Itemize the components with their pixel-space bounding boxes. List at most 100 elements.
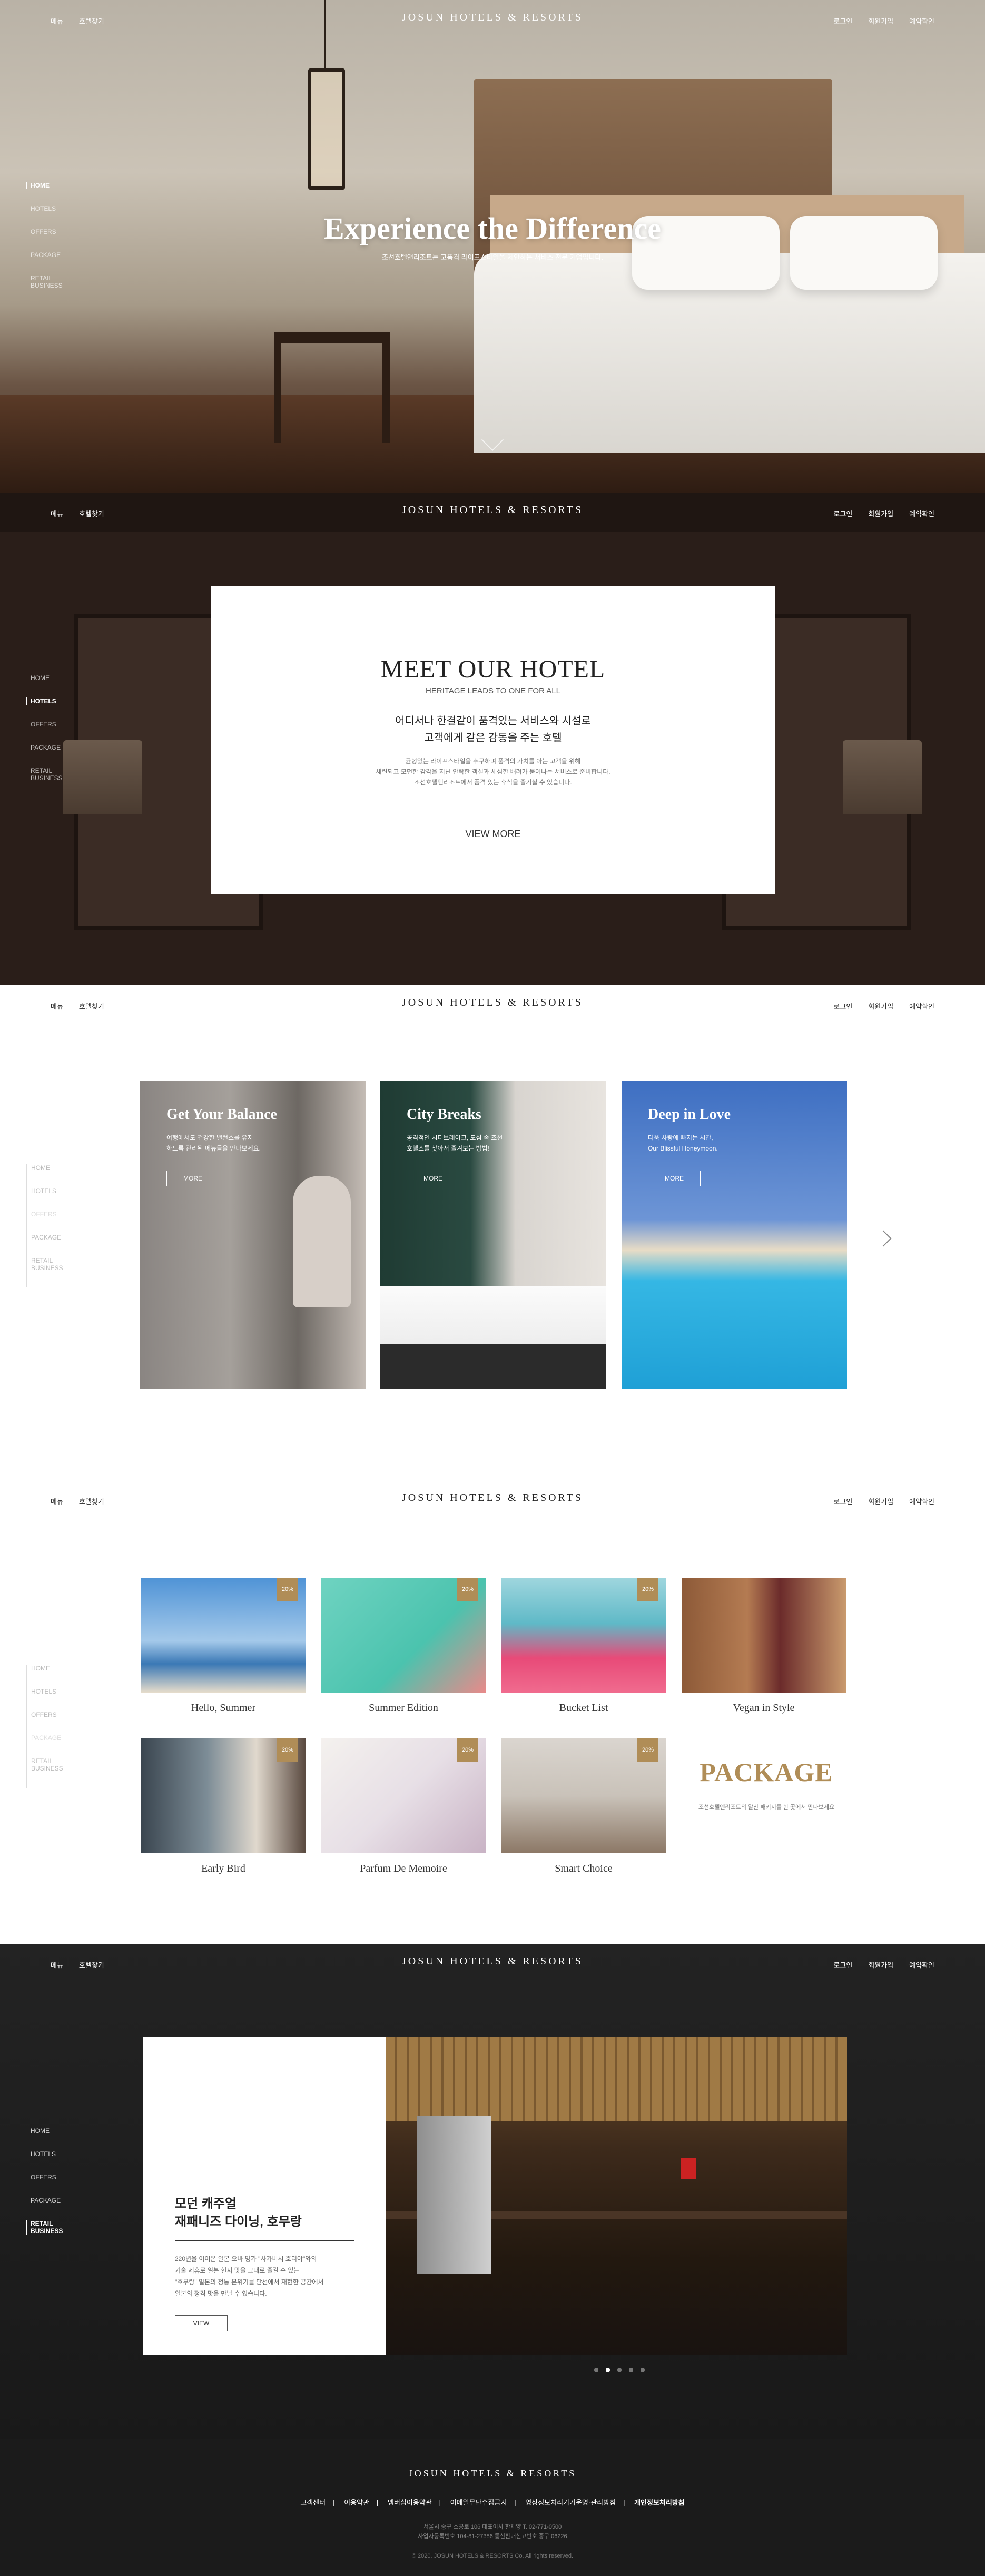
side-navigation: HOME HOTELS OFFERS PACKAGE RETAIL BUSINE… <box>26 674 84 798</box>
meet-desc-line: 세련되고 모던한 감각을 지닌 안락한 객실과 세심한 배려가 묻어나는 서비스… <box>376 768 610 775</box>
carousel-dot[interactable] <box>606 2368 610 2372</box>
footer-link[interactable]: 고객센터 <box>300 2499 326 2506</box>
carousel-dot[interactable] <box>617 2368 622 2372</box>
package-item[interactable]: Vegan in Style <box>682 1578 846 1714</box>
view-more-link[interactable]: VIEW MORE <box>211 829 775 840</box>
offer-card[interactable]: Deep in Love 더욱 사랑에 빠지는 시간, Our Blissful … <box>622 1081 847 1389</box>
sidenav-item-offers[interactable]: OFFERS <box>27 1211 84 1218</box>
meet-korean-heading: 어디서나 한결같이 품격있는 서비스와 시설로 고객에게 같은 감동을 주는 호… <box>211 713 775 746</box>
join-link[interactable]: 회원가입 <box>868 16 893 26</box>
package-image: 20% <box>501 1738 666 1853</box>
sidenav-item-hotels[interactable]: HOTELS <box>26 697 84 705</box>
hero-section: 메뉴 호텔찾기 JOSUN HOTELS & RESORTS 로그인 회원가입 … <box>0 0 985 493</box>
footer: JOSUN HOTELS & RESORTS 고객센터 | 이용약관 | 멤버십이용… <box>0 2439 985 2576</box>
login-link[interactable]: 로그인 <box>833 16 852 26</box>
sidenav-item-home[interactable]: HOME <box>26 674 84 682</box>
discount-badge: 20% <box>277 1738 298 1762</box>
offer-text-line: 여행에서도 건강한 밸런스를 유지 <box>166 1134 253 1142</box>
package-name: Summer Edition <box>369 1702 438 1714</box>
meet-hotel-section: 메뉴 호텔찾기 JOSUN HOTELS & RESORTS 로그인 회원가입 … <box>0 493 985 985</box>
carousel-dot[interactable] <box>629 2368 633 2372</box>
sidenav-item-offers[interactable]: OFFERS <box>26 721 84 728</box>
top-navigation: 메뉴 호텔찾기 JOSUN HOTELS & RESORTS 로그인 회원가입 … <box>0 0 985 39</box>
package-item[interactable]: 20% Summer Edition <box>321 1578 486 1714</box>
sidenav-item-package[interactable]: PACKAGE <box>27 1234 84 1241</box>
package-name: Vegan in Style <box>733 1702 795 1714</box>
footer-link[interactable]: 이메일무단수집금지 <box>450 2499 507 2506</box>
login-link[interactable]: 로그인 <box>833 508 852 518</box>
offer-title: Get Your Balance <box>166 1106 277 1123</box>
sidenav-item-retail[interactable]: RETAIL BUSINESS <box>26 2220 68 2235</box>
offer-more-button[interactable]: MORE <box>166 1171 219 1186</box>
sidenav-item-package[interactable]: PACKAGE <box>26 2197 84 2204</box>
offer-text: 여행에서도 건강한 밸런스를 유지 하도록 관리된 메뉴들을 만나보세요. <box>166 1133 340 1154</box>
sidenav-item-package[interactable]: PACKAGE <box>27 1734 84 1742</box>
carousel-dot[interactable] <box>594 2368 598 2372</box>
sidenav-item-retail[interactable]: RETAIL BUSINESS <box>27 1257 69 1272</box>
footer-links: 고객센터 | 이용약관 | 멤버십이용약관 | 이메일무단수집금지 | 영상정보처리기기… <box>300 2499 685 2506</box>
join-link[interactable]: 회원가입 <box>868 1001 893 1011</box>
meet-korean-line: 어디서나 한결같이 품격있는 서비스와 시설로 <box>395 715 591 727</box>
divider <box>175 2240 354 2241</box>
package-image: 20% <box>141 1578 306 1693</box>
footer-link[interactable]: 이용약관 <box>344 2499 369 2506</box>
footer-link-privacy[interactable]: 개인정보처리방침 <box>634 2499 685 2506</box>
package-item[interactable]: 20% Early Bird <box>141 1738 306 1875</box>
dining-desc-line: 220년을 이어온 일본 오바 명가 "사카비시 호리야"와의 <box>175 2255 317 2263</box>
reservation-link[interactable]: 예약확인 <box>909 1496 934 1506</box>
package-heading: PACKAGE <box>700 1757 833 1787</box>
side-navigation: HOME HOTELS OFFERS PACKAGE RETAIL BUSINE… <box>26 1164 84 1287</box>
sidenav-item-offers[interactable]: OFFERS <box>27 1711 84 1718</box>
offer-more-button[interactable]: MORE <box>648 1171 701 1186</box>
sidenav-item-retail[interactable]: RETAIL BUSINESS <box>26 274 68 289</box>
sidenav-item-home[interactable]: HOME <box>26 182 84 189</box>
package-image: 20% <box>321 1578 486 1693</box>
reservation-link[interactable]: 예약확인 <box>909 508 934 518</box>
join-link[interactable]: 회원가입 <box>868 1960 893 1970</box>
login-link[interactable]: 로그인 <box>833 1960 852 1970</box>
package-item[interactable]: 20% Bucket List <box>501 1578 666 1714</box>
package-name: Smart Choice <box>555 1863 613 1874</box>
dining-desc-line: 일본의 정격 맛을 만날 수 있습니다. <box>175 2290 267 2297</box>
footer-address: 서울시 중구 소공로 106 대표이사 한채양 T. 02-771-0500 사… <box>0 2522 985 2541</box>
offer-text-line: 호텔스를 찾아서 즐겨보는 방법! <box>407 1145 489 1152</box>
reservation-link[interactable]: 예약확인 <box>909 16 934 26</box>
dining-restaurant-image <box>386 2037 847 2355</box>
footer-link[interactable]: 멤버십이용약관 <box>388 2499 432 2506</box>
offer-image-figure <box>293 1176 351 1307</box>
package-item[interactable]: 20% Parfum De Memoire <box>321 1738 486 1875</box>
join-link[interactable]: 회원가입 <box>868 508 893 518</box>
package-item[interactable]: 20% Smart Choice <box>501 1738 666 1875</box>
package-image: 20% <box>321 1738 486 1853</box>
sidenav-item-hotels[interactable]: HOTELS <box>26 2150 84 2158</box>
sidenav-item-retail[interactable]: RETAIL BUSINESS <box>27 1757 69 1772</box>
join-link[interactable]: 회원가입 <box>868 1496 893 1506</box>
offer-card[interactable]: Get Your Balance 여행에서도 건강한 밸런스를 유지 하도록 관리… <box>140 1081 366 1389</box>
sidenav-item-retail[interactable]: RETAIL BUSINESS <box>26 767 68 782</box>
sidenav-item-hotels[interactable]: HOTELS <box>27 1688 84 1695</box>
carousel-dots <box>594 2368 645 2372</box>
reservation-link[interactable]: 예약확인 <box>909 1001 934 1011</box>
reservation-link[interactable]: 예약확인 <box>909 1960 934 1970</box>
offer-text: 공격적인 시티브레이크, 도심 속 조선호텔스를 찾아서 즐겨보는 방법! <box>407 1133 580 1154</box>
sidenav-item-home[interactable]: HOME <box>27 1164 84 1172</box>
offer-card[interactable]: City Breaks 공격적인 시티브레이크, 도심 속 조선 호텔스를 찾아서… <box>380 1081 606 1389</box>
sidenav-item-offers[interactable]: OFFERS <box>26 2174 84 2181</box>
sidenav-item-package[interactable]: PACKAGE <box>26 744 84 751</box>
offer-text-line: 공격적인 시티브레이크, 도심 속 조선 <box>407 1134 503 1142</box>
carousel-dot[interactable] <box>641 2368 645 2372</box>
login-link[interactable]: 로그인 <box>833 1496 852 1506</box>
view-button[interactable]: VIEW <box>175 2315 228 2331</box>
top-navigation: 메뉴 호텔찾기 JOSUN HOTELS & RESORTS 로그인 회원가입 … <box>0 985 985 1024</box>
chevron-right-icon[interactable] <box>875 1230 892 1247</box>
sidenav-item-home[interactable]: HOME <box>27 1665 84 1672</box>
sidenav-item-home[interactable]: HOME <box>26 2127 84 2135</box>
meet-desc-line: 균형있는 라이프스타일을 추구하며 품격의 가치를 아는 고객을 위해 <box>405 758 581 765</box>
offer-text-line: 더욱 사랑에 빠지는 시간, <box>648 1134 713 1142</box>
footer-link[interactable]: 영상정보처리기기운영·관리방침 <box>525 2499 616 2506</box>
top-navigation: 메뉴 호텔찾기 JOSUN HOTELS & RESORTS 로그인 회원가입 … <box>0 1944 985 1983</box>
package-item[interactable]: 20% Hello, Summer <box>141 1578 306 1714</box>
offer-more-button[interactable]: MORE <box>407 1171 459 1186</box>
login-link[interactable]: 로그인 <box>833 1001 852 1011</box>
sidenav-item-hotels[interactable]: HOTELS <box>27 1187 84 1195</box>
